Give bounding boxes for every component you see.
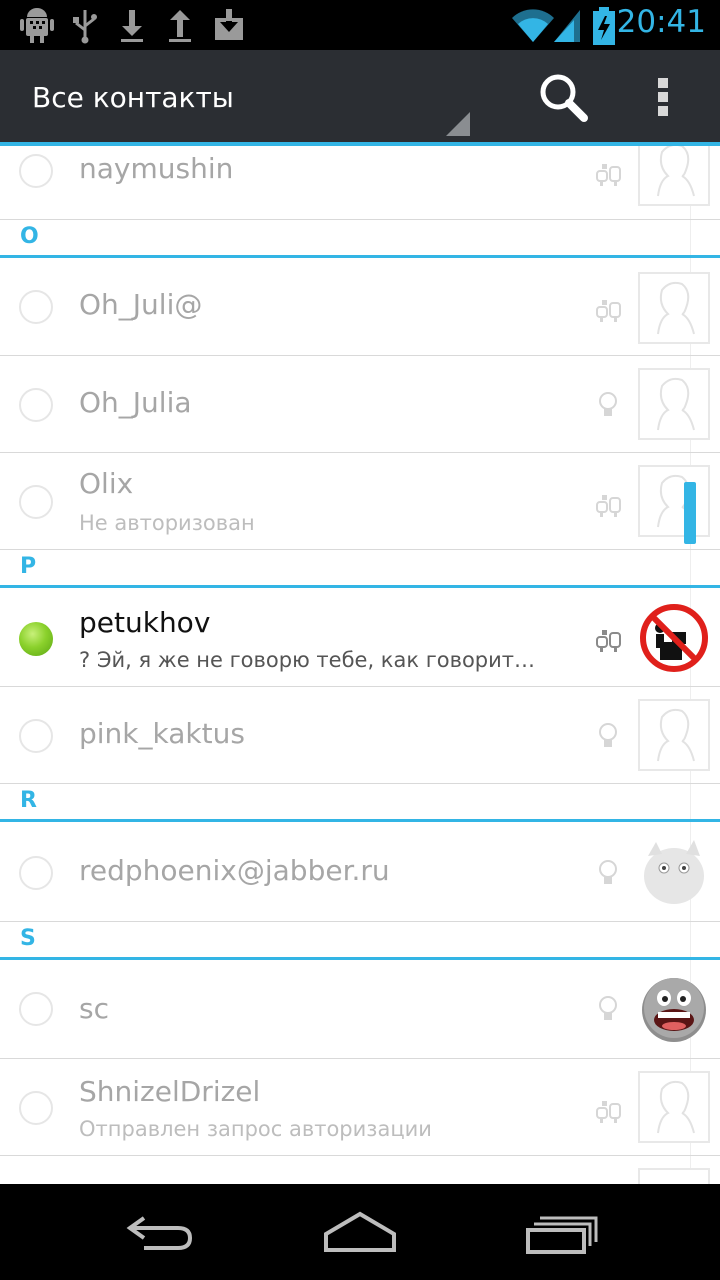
section-header: S xyxy=(0,922,720,960)
status-online-icon xyxy=(19,622,53,656)
status-offline-icon xyxy=(19,388,53,422)
contact-row[interactable]: pink_kaktus xyxy=(0,687,720,784)
client-icon xyxy=(596,495,621,517)
wifi-icon xyxy=(512,9,554,43)
download-icon xyxy=(121,10,143,42)
battery-charging-icon xyxy=(593,7,615,45)
contact-name: redphoenix@jabber.ru xyxy=(79,854,390,887)
android-debug-icon xyxy=(20,8,54,43)
contact-name: Olix xyxy=(79,467,134,500)
contact-name: petukhov xyxy=(79,606,211,639)
contact-name: pink_kaktus xyxy=(79,717,245,750)
smiley-avatar xyxy=(642,978,706,1042)
client-icon xyxy=(596,1101,621,1123)
spinner-triangle-icon xyxy=(446,112,470,136)
contact-row[interactable]: naymushin xyxy=(0,146,720,220)
placeholder-avatar xyxy=(638,1168,710,1184)
bulb-icon xyxy=(599,996,617,1020)
contact-name: ShnizelDrizel xyxy=(79,1075,261,1108)
status-offline-icon xyxy=(19,154,53,188)
usb-icon xyxy=(73,10,97,44)
navigation-bar xyxy=(0,1184,720,1280)
placeholder-avatar xyxy=(638,465,710,537)
no-drinking-sign-avatar xyxy=(640,604,708,672)
furry-creature-avatar xyxy=(644,840,704,904)
contact-row[interactable]: Oh_Juli@ xyxy=(0,258,720,356)
overflow-menu-icon[interactable] xyxy=(656,78,670,118)
placeholder-avatar xyxy=(638,272,710,344)
section-letter: R xyxy=(20,788,37,813)
contact-name: Oh_Juli@ xyxy=(79,288,203,321)
section-header: R xyxy=(0,784,720,822)
status-offline-icon xyxy=(19,719,53,753)
status-offline-icon xyxy=(19,992,53,1026)
contact-name: sc xyxy=(79,992,109,1025)
search-icon[interactable] xyxy=(538,72,590,124)
bulb-icon xyxy=(599,723,617,747)
client-icon xyxy=(596,630,621,652)
placeholder-avatar xyxy=(638,146,710,206)
placeholder-avatar xyxy=(638,1071,710,1143)
upload-icon xyxy=(169,10,191,42)
section-letter: P xyxy=(20,554,37,579)
contact-row[interactable]: Oh_Julia xyxy=(0,356,720,453)
contact-row[interactable] xyxy=(0,1156,720,1184)
contact-row[interactable]: sc xyxy=(0,960,720,1059)
status-offline-icon xyxy=(19,856,53,890)
contact-list[interactable]: naymushin O Oh_Juli@ Oh_Julia Olix Не ав… xyxy=(0,146,720,1184)
recent-apps-icon[interactable] xyxy=(526,1210,598,1254)
bulb-icon xyxy=(599,392,617,416)
section-letter: S xyxy=(20,926,36,951)
contacts-filter-spinner[interactable]: Все контакты xyxy=(32,81,234,114)
placeholder-avatar xyxy=(638,368,710,440)
contact-name: naymushin xyxy=(79,152,234,185)
contact-row[interactable]: Olix Не авторизован xyxy=(0,453,720,550)
contact-name: Oh_Julia xyxy=(79,386,192,419)
section-letter: O xyxy=(20,224,39,249)
contact-status-text: Отправлен запрос авторизации xyxy=(79,1117,432,1141)
home-icon[interactable] xyxy=(322,1210,398,1254)
status-offline-icon xyxy=(19,1091,53,1125)
contact-row[interactable]: ShnizelDrizel Отправлен запрос авторизац… xyxy=(0,1059,720,1156)
client-icon xyxy=(596,300,621,322)
contact-row[interactable]: redphoenix@jabber.ru xyxy=(0,822,720,922)
signal-icon xyxy=(554,10,580,42)
contact-status-text: ? Эй, я же не говорю тебе, как говорит… xyxy=(79,648,536,672)
status-bar: 20:41 xyxy=(0,0,720,50)
section-header: P xyxy=(0,550,720,588)
placeholder-avatar xyxy=(638,699,710,771)
contact-row[interactable]: petukhov ? Эй, я же не говорю тебе, как … xyxy=(0,588,720,687)
section-header: O xyxy=(0,220,720,258)
action-bar: Все контакты xyxy=(0,50,720,142)
fast-scroll-thumb[interactable] xyxy=(684,482,696,544)
status-offline-icon xyxy=(19,290,53,324)
back-icon[interactable] xyxy=(124,1210,196,1254)
status-offline-icon xyxy=(19,485,53,519)
contact-status-text: Не авторизован xyxy=(79,511,255,535)
client-icon xyxy=(596,164,621,186)
clock: 20:41 xyxy=(616,4,706,40)
download-box-icon xyxy=(215,9,243,40)
bulb-icon xyxy=(599,860,617,884)
